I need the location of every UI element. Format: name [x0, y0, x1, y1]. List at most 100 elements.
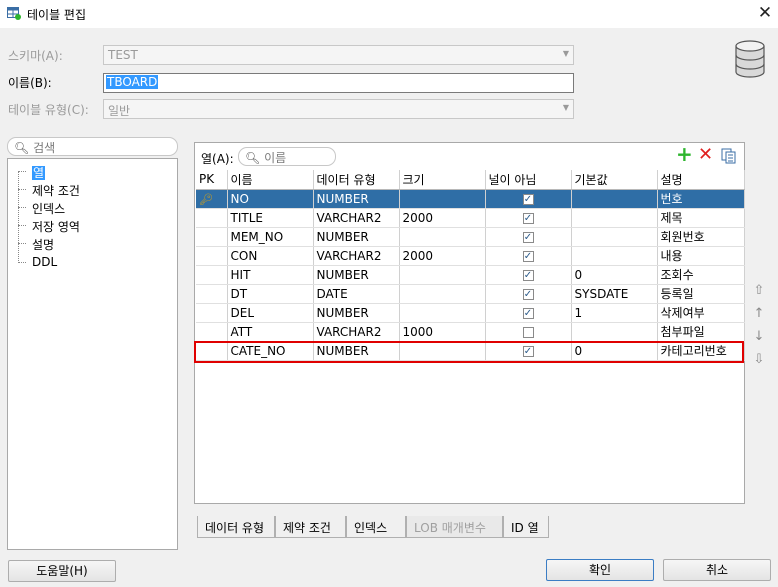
table-row[interactable]: 🔑︎ NO NUMBER ✓ 번호 — [196, 189, 745, 209]
cell-not-null[interactable]: ✓ — [485, 284, 572, 304]
header-size[interactable]: 크기 — [399, 170, 486, 190]
cell-size[interactable] — [399, 265, 486, 285]
cell-default[interactable]: SYSDATE — [571, 284, 658, 304]
cell-size[interactable] — [399, 227, 486, 247]
cell-pk[interactable] — [196, 284, 228, 304]
tree-item-columns[interactable]: 열 — [32, 164, 46, 181]
cell-comment[interactable]: 삭제여부 — [657, 303, 745, 323]
table-row[interactable]: HIT NUMBER ✓ 0 조회수 — [196, 265, 745, 285]
left-search-input[interactable]: 🔍︎ 검색 — [7, 137, 178, 156]
cell-comment[interactable]: 번호 — [657, 189, 745, 209]
cell-default[interactable]: 1 — [571, 303, 658, 323]
move-up-icon[interactable]: ↑ — [751, 306, 767, 322]
cell-name[interactable]: TITLE — [227, 208, 314, 228]
ok-button[interactable]: 확인 — [546, 559, 654, 581]
close-button[interactable]: ✕ — [755, 3, 775, 23]
not-null-checkbox[interactable] — [522, 326, 534, 338]
cell-pk[interactable]: 🔑︎ — [196, 189, 228, 209]
cell-pk[interactable] — [196, 303, 228, 323]
cell-not-null[interactable]: ✓ — [485, 303, 572, 323]
tab-lob-parameters[interactable]: LOB 매개변수 — [406, 516, 503, 538]
cell-default[interactable]: 0 — [571, 265, 658, 285]
tab-identity-column[interactable]: ID 열 — [503, 516, 549, 538]
cell-size[interactable]: 2000 — [399, 208, 486, 228]
not-null-checkbox[interactable]: ✓ — [522, 250, 534, 262]
cell-comment[interactable]: 조회수 — [657, 265, 745, 285]
cell-name[interactable]: MEM_NO — [227, 227, 314, 247]
cell-comment[interactable]: 첨부파일 — [657, 322, 745, 342]
move-down-icon[interactable]: ↓ — [751, 329, 767, 345]
header-comment[interactable]: 설명 — [657, 170, 745, 190]
cell-data-type[interactable]: VARCHAR2 — [313, 322, 400, 342]
cell-not-null[interactable]: ✓ — [485, 227, 572, 247]
not-null-checkbox[interactable]: ✓ — [522, 231, 534, 243]
header-name[interactable]: 이름 — [227, 170, 314, 190]
cancel-button[interactable]: 취소 — [663, 559, 771, 581]
cell-default[interactable] — [571, 246, 658, 266]
cell-pk[interactable] — [196, 246, 228, 266]
cell-name[interactable]: DT — [227, 284, 314, 304]
cell-default[interactable] — [571, 189, 658, 209]
cell-data-type[interactable]: NUMBER — [313, 265, 400, 285]
cell-size[interactable]: 2000 — [399, 246, 486, 266]
tree-item-storage[interactable]: 저장 영역 — [32, 218, 80, 235]
schema-select[interactable]: TEST ▼ — [103, 45, 574, 65]
cell-not-null[interactable]: ✓ — [485, 189, 572, 209]
cell-data-type[interactable]: DATE — [313, 284, 400, 304]
cell-not-null[interactable]: ✓ — [485, 246, 572, 266]
cell-size[interactable] — [399, 303, 486, 323]
tree-item-ddl[interactable]: DDL — [32, 255, 57, 269]
cell-not-null[interactable]: ✓ — [485, 208, 572, 228]
cell-default[interactable] — [571, 322, 658, 342]
header-not-null[interactable]: 널이 아님 — [485, 170, 572, 190]
column-search-input[interactable]: 🔍︎ 이름 — [238, 147, 336, 166]
not-null-checkbox[interactable]: ✓ — [522, 307, 534, 319]
cell-data-type[interactable]: NUMBER — [313, 189, 400, 209]
tree-item-constraints[interactable]: 제약 조건 — [32, 182, 80, 199]
not-null-checkbox[interactable]: ✓ — [522, 288, 534, 300]
tree-item-indexes[interactable]: 인덱스 — [32, 200, 65, 217]
table-row[interactable]: CON VARCHAR2 2000 ✓ 내용 — [196, 246, 745, 266]
not-null-checkbox[interactable]: ✓ — [522, 193, 534, 205]
table-row[interactable]: TITLE VARCHAR2 2000 ✓ 제목 — [196, 208, 745, 228]
table-type-select[interactable]: 일반 ▼ — [103, 99, 574, 119]
cell-size[interactable] — [399, 284, 486, 304]
cell-size[interactable] — [399, 189, 486, 209]
table-row[interactable]: DEL NUMBER ✓ 1 삭제여부 — [196, 303, 745, 323]
add-column-icon[interactable]: + — [676, 144, 693, 164]
tab-constraints[interactable]: 제약 조건 — [275, 516, 346, 538]
cell-pk[interactable] — [196, 322, 228, 342]
cell-name[interactable]: CON — [227, 246, 314, 266]
cell-comment[interactable]: 등록일 — [657, 284, 745, 304]
cell-default[interactable] — [571, 208, 658, 228]
move-top-icon[interactable]: ⇧ — [751, 283, 767, 299]
cell-data-type[interactable]: VARCHAR2 — [313, 246, 400, 266]
cell-data-type[interactable]: NUMBER — [313, 227, 400, 247]
table-row[interactable]: ATT VARCHAR2 1000 첨부파일 — [196, 322, 745, 342]
move-bottom-icon[interactable]: ⇩ — [751, 352, 767, 368]
cell-pk[interactable] — [196, 265, 228, 285]
delete-column-icon[interactable]: ✕ — [698, 146, 714, 164]
cell-name[interactable]: DEL — [227, 303, 314, 323]
cell-default[interactable] — [571, 227, 658, 247]
help-button[interactable]: 도움말(H) — [8, 560, 116, 582]
tab-data-type[interactable]: 데이터 유형 — [197, 516, 275, 538]
cell-name[interactable]: NO — [227, 189, 314, 209]
cell-data-type[interactable]: NUMBER — [313, 303, 400, 323]
cell-pk[interactable] — [196, 227, 228, 247]
cell-comment[interactable]: 회원번호 — [657, 227, 745, 247]
cell-size[interactable]: 1000 — [399, 322, 486, 342]
cell-comment[interactable]: 내용 — [657, 246, 745, 266]
cell-name[interactable]: ATT — [227, 322, 314, 342]
cell-name[interactable]: HIT — [227, 265, 314, 285]
table-name-input[interactable]: TBOARD — [103, 73, 574, 93]
tree-item-comment[interactable]: 설명 — [32, 236, 54, 253]
cell-not-null[interactable] — [485, 322, 572, 342]
cell-data-type[interactable]: VARCHAR2 — [313, 208, 400, 228]
cell-pk[interactable] — [196, 208, 228, 228]
table-row[interactable]: MEM_NO NUMBER ✓ 회원번호 — [196, 227, 745, 247]
cell-not-null[interactable]: ✓ — [485, 265, 572, 285]
not-null-checkbox[interactable]: ✓ — [522, 212, 534, 224]
tab-indexes[interactable]: 인덱스 — [346, 516, 406, 538]
header-default[interactable]: 기본값 — [571, 170, 658, 190]
